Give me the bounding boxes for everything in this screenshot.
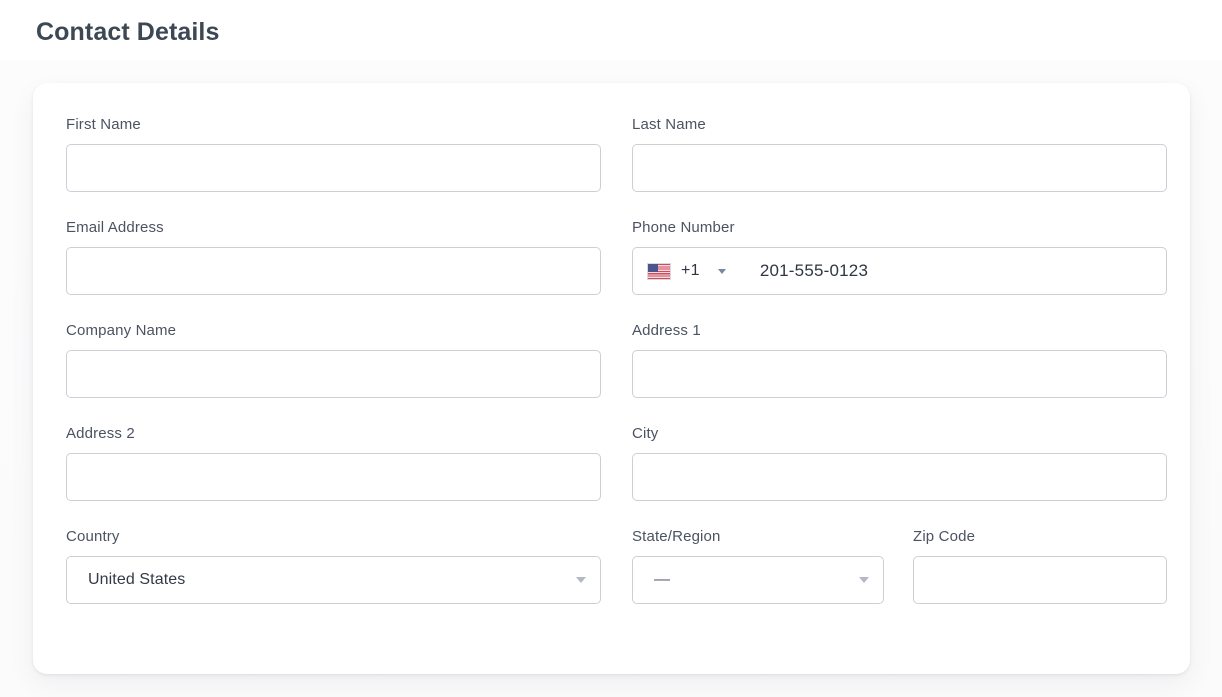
phone-number-field: +1 bbox=[632, 247, 1167, 295]
row-spacer bbox=[66, 296, 1167, 322]
address-1-label: Address 1 bbox=[632, 322, 701, 339]
email-address-label: Email Address bbox=[66, 219, 164, 236]
country-select-value: United States bbox=[66, 556, 601, 604]
address-2-label: Address 2 bbox=[66, 425, 135, 442]
field-phone-number: Phone Number +1 bbox=[632, 219, 1167, 295]
row-spacer bbox=[66, 502, 1167, 528]
form-row-region: Country United States State/Region — Zip… bbox=[66, 528, 1167, 604]
field-address-1: Address 1 bbox=[632, 322, 1167, 398]
company-name-input[interactable] bbox=[66, 350, 601, 398]
form-row-address-city: Address 2 City bbox=[66, 425, 1167, 501]
field-company-name: Company Name bbox=[66, 322, 601, 398]
field-first-name: First Name bbox=[66, 116, 601, 192]
form-row-company-address: Company Name Address 1 bbox=[66, 322, 1167, 398]
field-state-region: State/Region — bbox=[632, 528, 884, 604]
chevron-down-icon bbox=[576, 577, 586, 583]
last-name-input[interactable] bbox=[632, 144, 1167, 192]
phone-number-label: Phone Number bbox=[632, 219, 735, 236]
chevron-down-icon bbox=[859, 577, 869, 583]
contact-details-card: First Name Last Name Email Address Phone… bbox=[33, 83, 1190, 674]
phone-country-selector[interactable]: +1 bbox=[647, 248, 730, 294]
row-spacer bbox=[66, 193, 1167, 219]
field-email-address: Email Address bbox=[66, 219, 601, 295]
field-address-2: Address 2 bbox=[66, 425, 601, 501]
address-1-input[interactable] bbox=[632, 350, 1167, 398]
contact-form: First Name Last Name Email Address Phone… bbox=[66, 116, 1167, 605]
address-2-input[interactable] bbox=[66, 453, 601, 501]
company-name-label: Company Name bbox=[66, 322, 177, 339]
form-row-name: First Name Last Name bbox=[66, 116, 1167, 192]
country-select[interactable]: United States bbox=[66, 556, 601, 604]
form-row-contact: Email Address Phone Number +1 bbox=[66, 219, 1167, 295]
country-label: Country bbox=[66, 528, 120, 545]
page-title: Contact Details bbox=[36, 18, 220, 46]
city-label: City bbox=[632, 425, 659, 442]
email-address-input[interactable] bbox=[66, 247, 601, 295]
zip-code-label: Zip Code bbox=[913, 528, 976, 545]
us-flag-icon bbox=[647, 262, 671, 280]
state-region-select-value: — bbox=[632, 556, 884, 604]
first-name-input[interactable] bbox=[66, 144, 601, 192]
phone-dial-code: +1 bbox=[681, 262, 700, 279]
first-name-label: First Name bbox=[66, 116, 141, 133]
row-spacer bbox=[66, 399, 1167, 425]
state-region-select[interactable]: — bbox=[632, 556, 884, 604]
chevron-down-icon bbox=[717, 268, 726, 274]
state-region-label: State/Region bbox=[632, 528, 721, 545]
phone-number-input[interactable] bbox=[757, 247, 1166, 295]
city-input[interactable] bbox=[632, 453, 1167, 501]
last-name-label: Last Name bbox=[632, 116, 706, 133]
zip-code-input[interactable] bbox=[913, 556, 1167, 604]
field-zip-code: Zip Code bbox=[913, 528, 1167, 604]
field-city: City bbox=[632, 425, 1167, 501]
field-country: Country United States bbox=[66, 528, 601, 604]
contact-details-page: Contact Details First Name Last Name Ema… bbox=[0, 0, 1222, 697]
field-last-name: Last Name bbox=[632, 116, 1167, 192]
